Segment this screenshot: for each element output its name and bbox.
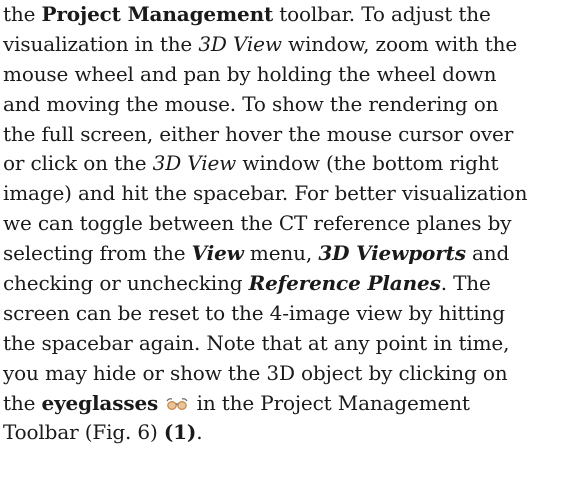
text-line: the eyeglasses in the Project Management xyxy=(3,389,576,419)
text-run: selecting from the xyxy=(3,241,192,266)
text-run: . xyxy=(196,420,203,445)
text-run: we can toggle between the CT reference p… xyxy=(3,211,512,236)
text-run: screen can be reset to the 4-image view … xyxy=(3,300,505,325)
text-run: window, zoom with the xyxy=(281,31,518,56)
text-line: checking or unchecking Reference Planes.… xyxy=(3,269,576,299)
text-run: the xyxy=(3,390,42,415)
bold-term: eyeglasses xyxy=(41,390,159,415)
text-run: . The xyxy=(440,271,491,296)
text-run: menu, xyxy=(243,241,319,266)
text-run: visualization in the xyxy=(3,31,199,56)
text-run: the spacebar again. Note that at any poi… xyxy=(3,330,510,355)
text-line: we can toggle between the CT reference p… xyxy=(3,209,576,239)
text-line: visualization in the 3D View window, zoo… xyxy=(3,30,576,60)
text-run: mouse wheel and pan by holding the wheel… xyxy=(3,61,497,86)
text-line: Toolbar (Fig. 6) (1). xyxy=(3,418,576,448)
text-run: toolbar. To adjust the xyxy=(273,2,491,26)
text-line: selecting from the View menu, 3D Viewpor… xyxy=(3,239,576,269)
text-line: or click on the 3D View window (the bott… xyxy=(3,149,576,179)
bold-term: Project Management xyxy=(41,2,274,26)
eyeglasses-icon xyxy=(166,390,188,410)
text-line: you may hide or show the 3D object by cl… xyxy=(3,359,576,389)
bold-italic-term: Reference Planes xyxy=(248,271,441,296)
text-line: screen can be reset to the 4-image view … xyxy=(3,299,576,329)
text-line: and moving the mouse. To show the render… xyxy=(3,90,576,120)
text-run: the xyxy=(3,2,42,26)
text-line: the Project Management toolbar. To adjus… xyxy=(3,0,576,30)
bold-italic-term: View xyxy=(191,241,244,266)
text-run: you may hide or show the 3D object by cl… xyxy=(3,360,508,385)
italic-term: 3D View xyxy=(198,31,282,56)
text-run: and xyxy=(465,241,510,266)
text-run: image) and hit the spacebar. For better … xyxy=(3,181,528,206)
text-run: and moving the mouse. To show the render… xyxy=(3,91,499,116)
bold-italic-term: 3D Viewports xyxy=(318,241,466,266)
text-line: the full screen, either hover the mouse … xyxy=(3,120,576,150)
text-line: the spacebar again. Note that at any poi… xyxy=(3,329,576,359)
reference-number: (1) xyxy=(163,420,197,445)
text-line: image) and hit the spacebar. For better … xyxy=(3,179,576,209)
text-run: the full screen, either hover the mouse … xyxy=(3,121,514,146)
body-paragraph: the Project Management toolbar. To adjus… xyxy=(3,0,576,448)
text-run: in the Project Management xyxy=(190,390,470,415)
text-line: mouse wheel and pan by holding the wheel… xyxy=(3,60,576,90)
document-page: the Project Management toolbar. To adjus… xyxy=(3,0,576,448)
text-run: or click on the xyxy=(3,151,153,176)
text-run: window (the bottom right xyxy=(236,151,499,176)
text-run: Toolbar (Fig. 6) xyxy=(3,420,164,445)
italic-term: 3D View xyxy=(152,151,237,176)
text-run: checking or unchecking xyxy=(3,271,249,296)
